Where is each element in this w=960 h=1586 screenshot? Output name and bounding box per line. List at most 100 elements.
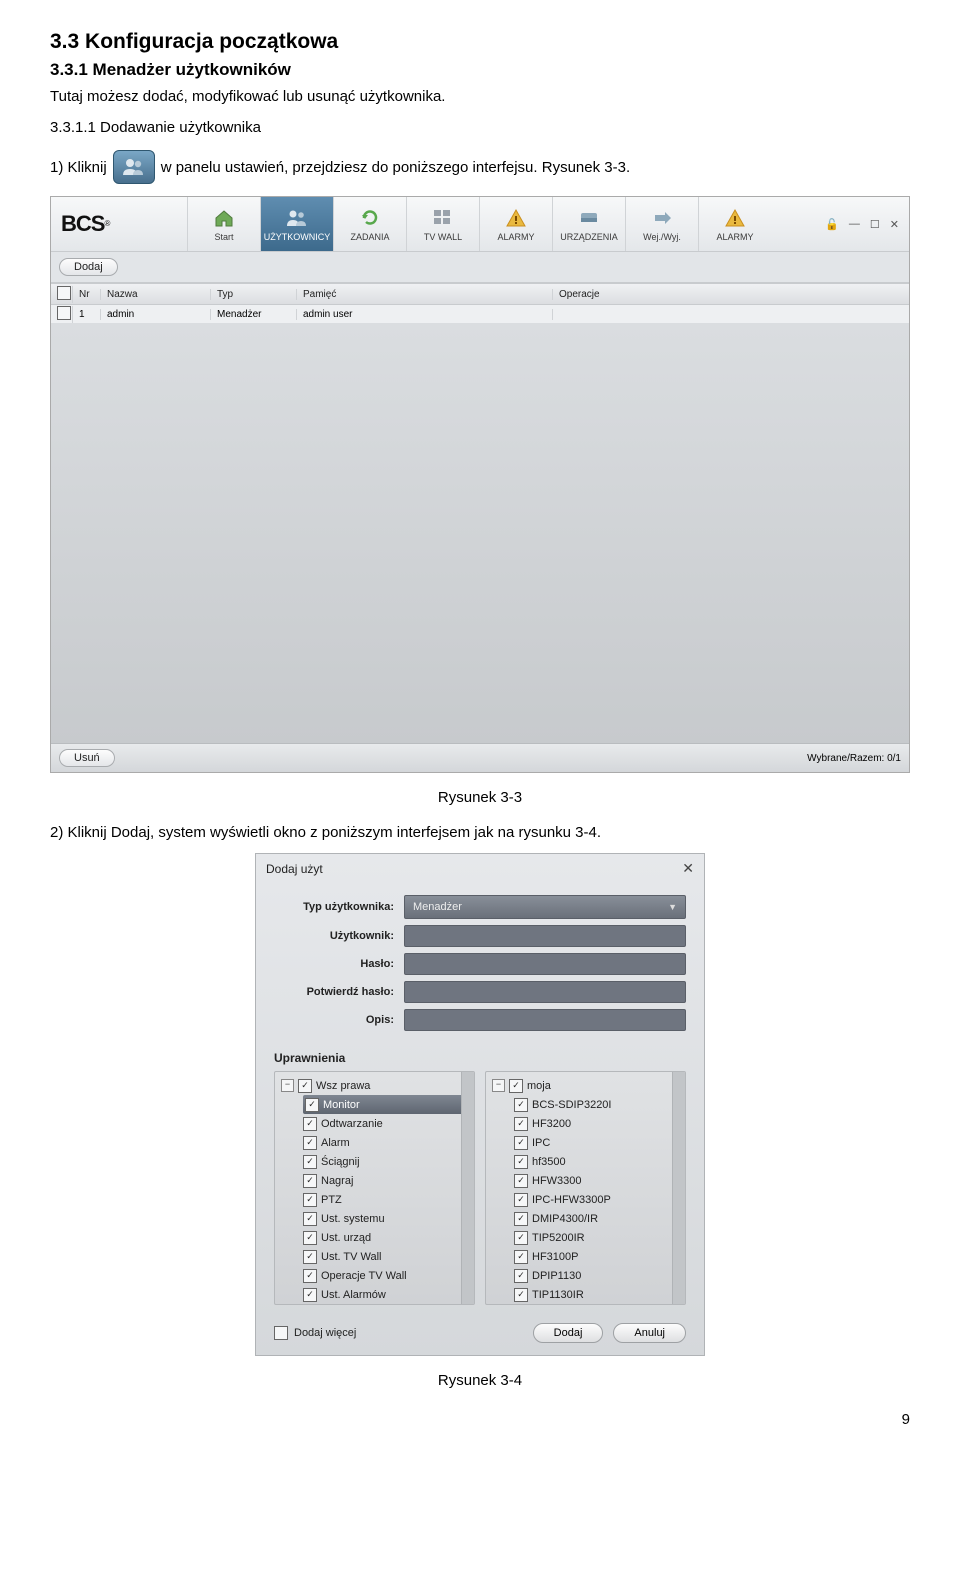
checkbox-icon[interactable]: ✓ [303, 1231, 317, 1245]
checkbox-icon[interactable] [57, 306, 71, 320]
tree-root[interactable]: − ✓ moja [492, 1076, 679, 1095]
subsection-heading: 3.3.1 Menadżer użytkowników [50, 60, 910, 80]
tree-item[interactable]: ✓Ust. systemu [303, 1209, 468, 1228]
checkbox-icon[interactable]: ✓ [303, 1136, 317, 1150]
tree-item-label: Odtwarzanie [321, 1118, 383, 1130]
nav-alarms2[interactable]: ALARMY [698, 197, 771, 251]
step-2-text: 2) Kliknij Dodaj, system wyświetli okno … [50, 822, 910, 843]
tree-item[interactable]: ✓ Monitor [303, 1095, 468, 1114]
tree-item-label: Ust. urząd [321, 1232, 371, 1244]
tree-item-label: Ust. Alarmów [321, 1289, 386, 1301]
tree-item[interactable]: ✓IPC [514, 1133, 679, 1152]
nav-devices[interactable]: URZĄDZENIA [552, 197, 625, 251]
password-input[interactable] [404, 953, 686, 975]
tree-item[interactable]: ✓Alarm [303, 1133, 468, 1152]
nav-devices-label: URZĄDZENIA [560, 232, 618, 242]
col-checkbox[interactable] [51, 286, 73, 303]
checkbox-icon[interactable]: ✓ [514, 1117, 528, 1131]
checkbox-icon[interactable]: ✓ [514, 1231, 528, 1245]
nav-io[interactable]: Wej./Wyj. [625, 197, 698, 251]
checkbox-icon[interactable]: ✓ [303, 1212, 317, 1226]
checkbox-icon[interactable]: ✓ [509, 1079, 523, 1093]
tree-item-label: HFW3300 [532, 1175, 582, 1187]
scrollbar[interactable] [461, 1072, 474, 1304]
dialog-cancel-button[interactable]: Anuluj [613, 1323, 686, 1343]
label-confirm-password: Potwierdź hasło: [274, 986, 404, 998]
checkbox-icon[interactable]: ✓ [303, 1250, 317, 1264]
nav-users[interactable]: UŻYTKOWNICY [260, 197, 333, 251]
tree-item[interactable]: ✓ HFW3300 [514, 1171, 679, 1190]
checkbox-icon[interactable]: ✓ [514, 1269, 528, 1283]
lock-icon[interactable]: 🔓 [825, 218, 839, 231]
description-input[interactable] [404, 1009, 686, 1031]
checkbox-icon[interactable]: ✓ [514, 1288, 528, 1302]
checkbox-icon[interactable]: ✓ [303, 1288, 317, 1302]
permissions-left-tree[interactable]: − ✓ Wsz prawa ✓Monitor✓Odtwarzanie✓Alarm… [274, 1071, 475, 1305]
tree-item-label: Ust. TV Wall [321, 1251, 382, 1263]
close-icon[interactable]: ✕ [890, 218, 899, 231]
nav-tasks[interactable]: ZADANIA [333, 197, 406, 251]
tree-item[interactable]: ✓ Ust. Alarmów [303, 1285, 468, 1304]
collapse-icon[interactable]: − [281, 1079, 294, 1092]
tree-item[interactable]: ✓ Ust. TV Wall [303, 1247, 468, 1266]
tree-item-label: DPIP1130 [532, 1270, 581, 1282]
tree-item[interactable]: ✓ HF3200 [514, 1114, 679, 1133]
minimize-icon[interactable]: — [849, 218, 860, 231]
add-more-option[interactable]: Dodaj więcej [274, 1326, 356, 1340]
tree-item[interactable]: ✓PTZ [303, 1190, 468, 1209]
checkbox-icon[interactable]: ✓ [303, 1174, 317, 1188]
tree-item-label: HF3200 [532, 1118, 571, 1130]
checkbox-icon[interactable]: ✓ [303, 1269, 317, 1283]
collapse-icon[interactable]: − [492, 1079, 505, 1092]
page-number: 9 [50, 1411, 910, 1428]
app-logo: BCS® [61, 207, 171, 241]
checkbox-icon[interactable]: ✓ [514, 1174, 528, 1188]
permissions-right-tree[interactable]: − ✓ moja ✓BCS-SDIP3220I✓HF3200✓IPC✓hf350… [485, 1071, 686, 1305]
checkbox-icon[interactable]: ✓ [514, 1155, 528, 1169]
confirm-password-input[interactable] [404, 981, 686, 1003]
tree-item-label: TIP1130IR [532, 1289, 584, 1301]
tree-item[interactable]: ✓ Ust. urząd [303, 1228, 468, 1247]
maximize-icon[interactable]: ☐ [870, 218, 880, 231]
checkbox-icon[interactable]: ✓ [514, 1250, 528, 1264]
tree-item[interactable]: ✓DMIP4300/IR [514, 1209, 679, 1228]
checkbox-icon[interactable] [57, 286, 71, 300]
checkbox-icon[interactable]: ✓ [514, 1136, 528, 1150]
checkbox-icon[interactable]: ✓ [305, 1098, 319, 1112]
tree-item[interactable]: ✓ Odtwarzanie [303, 1114, 468, 1133]
tree-item[interactable]: ✓hf3500 [514, 1152, 679, 1171]
tree-item[interactable]: ✓Ściągnij [303, 1152, 468, 1171]
checkbox-icon[interactable] [274, 1326, 288, 1340]
delete-button[interactable]: Usuń [59, 749, 115, 767]
tree-item-label: Monitor [323, 1099, 360, 1111]
tree-item[interactable]: ✓ TIP1130IR [514, 1285, 679, 1304]
tree-item[interactable]: ✓TIP5200IR [514, 1228, 679, 1247]
user-type-select[interactable]: Menadżer ▼ [404, 895, 686, 919]
checkbox-icon[interactable]: ✓ [514, 1212, 528, 1226]
checkbox-icon[interactable]: ✓ [514, 1193, 528, 1207]
close-icon[interactable]: ✕ [682, 860, 694, 877]
nav-tvwall[interactable]: TV WALL [406, 197, 479, 251]
checkbox-icon[interactable]: ✓ [303, 1155, 317, 1169]
tree-item[interactable]: ✓Nagraj [303, 1171, 468, 1190]
permissions-heading: Uprawnienia [256, 1039, 704, 1071]
username-input[interactable] [404, 925, 686, 947]
checkbox-icon[interactable]: ✓ [514, 1098, 528, 1112]
tree-item[interactable]: ✓Operacje TV Wall [303, 1266, 468, 1285]
checkbox-icon[interactable]: ✓ [298, 1079, 312, 1093]
tree-item[interactable]: ✓IPC-HFW3300P [514, 1190, 679, 1209]
tree-item[interactable]: ✓ DPIP1130 [514, 1266, 679, 1285]
checkbox-icon[interactable]: ✓ [303, 1193, 317, 1207]
tree-item[interactable]: ✓BCS-SDIP3220I [514, 1095, 679, 1114]
dialog-form: Typ użytkownika: Menadżer ▼ Użytkownik: … [256, 883, 704, 1039]
tree-root[interactable]: − ✓ Wsz prawa [281, 1076, 468, 1095]
cell-type: Menadżer [211, 309, 297, 320]
scrollbar[interactable] [672, 1072, 685, 1304]
dialog-add-button[interactable]: Dodaj [533, 1323, 604, 1343]
checkbox-icon[interactable]: ✓ [303, 1117, 317, 1131]
nav-start[interactable]: Start [187, 197, 260, 251]
nav-alarms1[interactable]: ALARMY [479, 197, 552, 251]
tree-item[interactable]: ✓HF3100P [514, 1247, 679, 1266]
add-button[interactable]: Dodaj [59, 258, 118, 276]
table-row[interactable]: 1 admin Menadżer admin user [51, 305, 909, 323]
